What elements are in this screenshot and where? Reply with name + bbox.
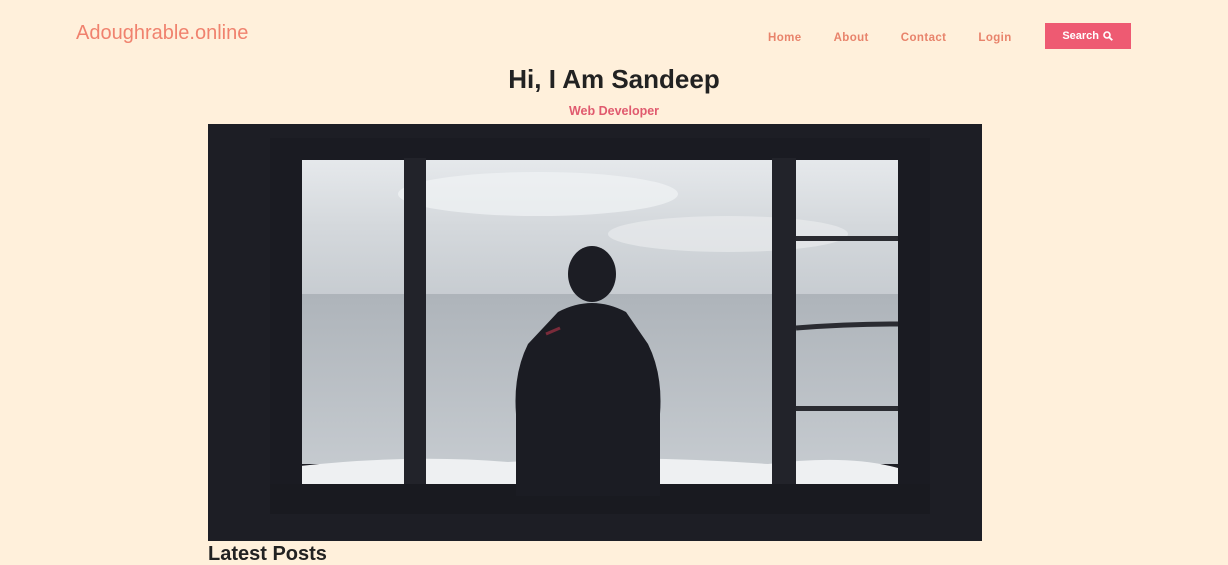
nav-link-contact[interactable]: Contact bbox=[895, 24, 953, 48]
hero-title: Hi, I Am Sandeep bbox=[508, 64, 720, 94]
nav-link-login[interactable]: Login bbox=[972, 24, 1017, 48]
site-brand-link[interactable]: Adoughrable.online bbox=[76, 22, 248, 45]
search-button[interactable]: Search bbox=[1044, 23, 1131, 49]
magnifier-icon bbox=[1103, 31, 1113, 41]
main-nav: Home About Contact Login Search bbox=[752, 23, 1131, 49]
search-button-label: Search bbox=[1062, 30, 1100, 42]
nav-link-about[interactable]: About bbox=[828, 24, 875, 48]
latest-posts-heading: Latest Posts bbox=[208, 543, 327, 565]
hero-image bbox=[208, 124, 982, 541]
hero-subtitle: Web Developer bbox=[568, 104, 660, 118]
nav-link-home[interactable]: Home bbox=[762, 24, 808, 48]
